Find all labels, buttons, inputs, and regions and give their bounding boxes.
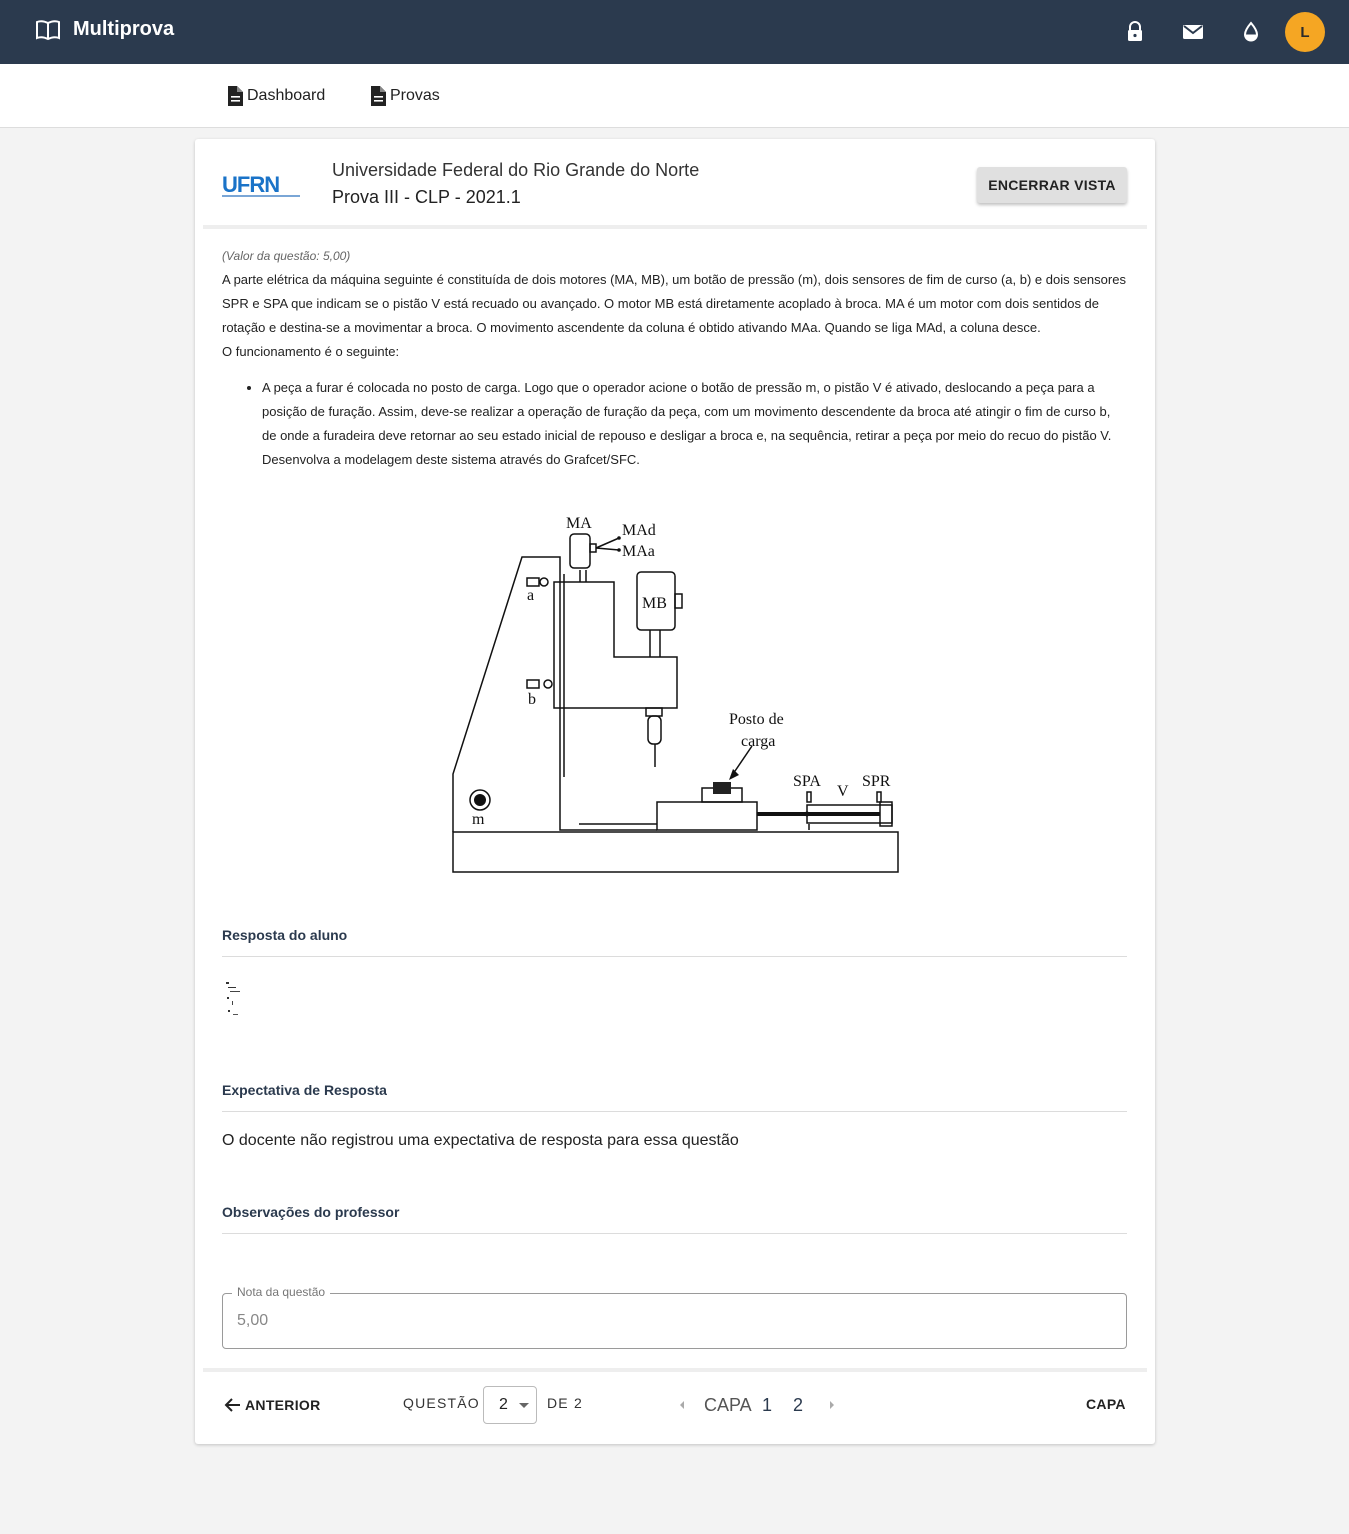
ufrn-logo: UFRN <box>222 172 300 197</box>
label-posto: Posto de <box>729 711 784 728</box>
top-app-bar: Multiprova L <box>0 0 1349 64</box>
question-value: (Valor da questão: 5,00) <box>222 249 351 263</box>
nav-item-label: Dashboard <box>247 87 326 104</box>
arrow-left-icon <box>224 1398 240 1412</box>
divider <box>222 1111 1127 1112</box>
question-select-value: 2 <box>499 1396 508 1413</box>
label-b: b <box>528 691 536 708</box>
label-v: V <box>837 783 849 800</box>
grade-field-label: Nota da questão <box>232 1285 331 1299</box>
nav-item-dashboard[interactable]: Dashboard <box>226 86 325 106</box>
theme-drop-icon[interactable] <box>1239 20 1263 44</box>
answer-image-thumbnail[interactable] <box>224 980 242 1018</box>
lock-icon[interactable] <box>1123 20 1147 44</box>
question-body: (Valor da questão: 5,00) A parte elétric… <box>222 247 1128 472</box>
previous-button[interactable]: ANTERIOR <box>224 1396 321 1414</box>
nav-item-provas[interactable]: Provas <box>369 86 440 106</box>
brand[interactable]: Multiprova <box>35 18 174 41</box>
label-carga: carga <box>741 733 775 750</box>
app-title: Multiprova <box>73 18 175 40</box>
avatar[interactable]: L <box>1285 12 1325 52</box>
expected-answer-text: O docente não registrou uma expectativa … <box>222 1132 739 1149</box>
mail-icon[interactable] <box>1181 20 1205 44</box>
page-capa[interactable]: CAPA <box>704 1395 752 1416</box>
label-a: a <box>527 587 534 604</box>
expected-answer-title: Expectativa de Resposta <box>222 1082 387 1098</box>
page-1[interactable]: 1 <box>762 1395 772 1416</box>
teacher-observations-title: Observações do professor <box>222 1204 400 1220</box>
svg-text:UFRN: UFRN <box>222 172 279 197</box>
label-maa: MAa <box>622 543 655 560</box>
exam-title: Prova III - CLP - 2021.1 <box>332 187 521 207</box>
list-item: A peça a furar é colocada no posto de ca… <box>262 376 1128 472</box>
document-icon <box>228 86 243 106</box>
chevron-right-icon[interactable] <box>827 1398 837 1412</box>
operation-list: A peça a furar é colocada no posto de ca… <box>262 376 1128 472</box>
grade-field-value: 5,00 <box>237 1312 269 1329</box>
divider <box>203 225 1147 229</box>
operation-intro: O funcionamento é o seguinte: <box>222 344 400 359</box>
question-total: DE 2 <box>547 1395 583 1411</box>
question-label: QUESTÃO <box>403 1395 480 1411</box>
divider <box>222 1233 1127 1234</box>
label-mad: MAd <box>622 522 656 539</box>
chevron-left-icon[interactable] <box>677 1398 687 1412</box>
end-review-button[interactable]: ENCERRAR VISTA <box>977 167 1127 203</box>
cover-button[interactable]: CAPA <box>1086 1396 1126 1412</box>
divider <box>203 1368 1147 1372</box>
student-answer-title: Resposta do aluno <box>222 927 348 943</box>
label-mb: MB <box>642 595 667 612</box>
label-spr: SPR <box>862 773 891 790</box>
previous-label: ANTERIOR <box>245 1397 321 1413</box>
book-icon <box>36 19 60 40</box>
label-ma: MA <box>566 515 592 532</box>
question-statement: A parte elétrica da máquina seguinte é c… <box>222 272 1126 335</box>
grade-field[interactable] <box>222 1293 1127 1349</box>
label-spa: SPA <box>793 773 821 790</box>
divider <box>222 956 1127 957</box>
page-2[interactable]: 2 <box>793 1395 803 1416</box>
nav-bar: Dashboard Provas <box>0 64 1349 128</box>
drill-machine-diagram: MA MAd MAa MB a b m Posto de carga SPA V… <box>452 515 899 873</box>
label-m: m <box>472 811 485 828</box>
nav-item-label: Provas <box>390 87 440 104</box>
university-name: Universidade Federal do Rio Grande do No… <box>332 160 700 180</box>
chevron-down-icon <box>519 1403 529 1408</box>
document-icon <box>371 86 386 106</box>
exam-header: UFRN Universidade Federal do Rio Grande … <box>195 139 1155 229</box>
